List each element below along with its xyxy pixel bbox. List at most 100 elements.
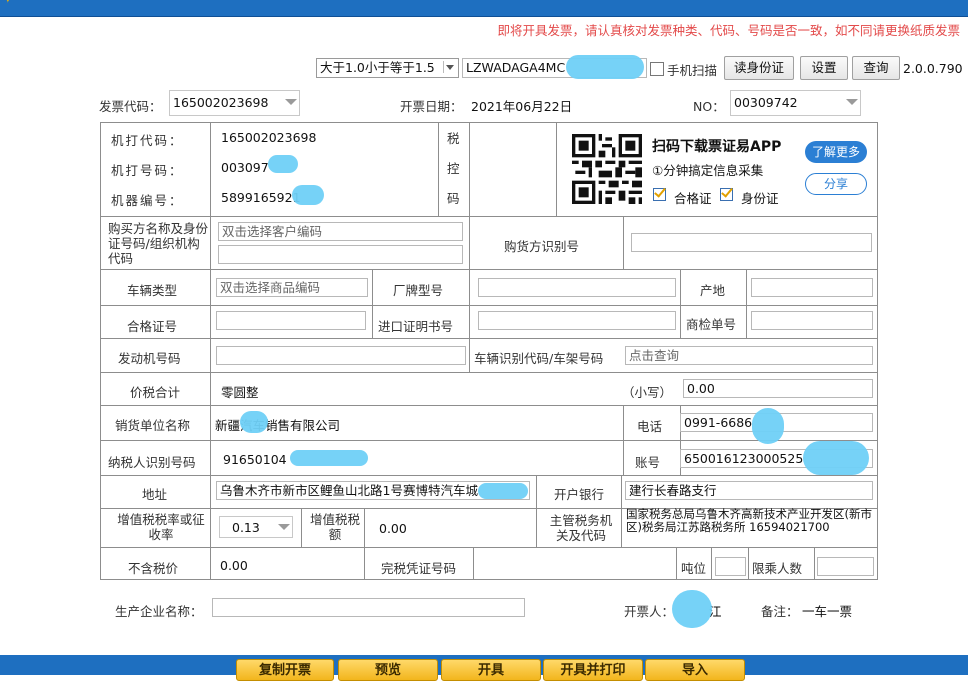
engine-no-input[interactable] bbox=[216, 346, 466, 365]
promo-title: 扫码下载票证易APP bbox=[652, 139, 782, 155]
import-cert-label: 进口证明书号 bbox=[378, 319, 454, 334]
learn-more-button[interactable]: 了解更多 bbox=[805, 141, 867, 163]
tax-authority-value: 国家税务总局乌鲁木齐高新技术产业开发区(新市区)税务局江苏路税务所 165940… bbox=[626, 507, 872, 534]
issue-button[interactable]: 开具 bbox=[441, 659, 541, 681]
engine-no-label: 发动机号码 bbox=[118, 351, 181, 366]
vat-rate-select[interactable]: 0.13 bbox=[219, 516, 293, 538]
grid-line bbox=[469, 216, 470, 269]
grid-line bbox=[100, 305, 878, 306]
chevron-down-icon bbox=[443, 61, 456, 73]
read-id-button[interactable]: 读身份证 bbox=[724, 56, 794, 80]
inspection-no-input[interactable] bbox=[751, 311, 873, 330]
invoice-no-value: 00309742 bbox=[734, 95, 798, 110]
query-button[interactable]: 查询 bbox=[852, 56, 900, 80]
small-amount-label: （小写） bbox=[622, 385, 673, 400]
vehicle-type-input[interactable]: 双击选择商品编码 bbox=[216, 278, 368, 297]
tonnage-label: 吨位 bbox=[681, 561, 707, 576]
cert-no-input[interactable] bbox=[216, 311, 366, 330]
remark-label: 备注： bbox=[761, 604, 799, 619]
import-button[interactable]: 导入 bbox=[645, 659, 745, 681]
import-cert-input[interactable] bbox=[478, 311, 676, 330]
grid-line bbox=[438, 122, 439, 216]
cert-no-label: 合格证号 bbox=[127, 319, 178, 334]
invoice-code-label: 发票代码： bbox=[99, 99, 162, 114]
tax-control-label-1: 税 bbox=[447, 131, 460, 146]
grid-line bbox=[621, 475, 622, 547]
grid-line bbox=[676, 547, 677, 580]
print-no-value: 003097 bbox=[221, 160, 269, 175]
title-bar: ✦ bbox=[0, 0, 968, 17]
invoice-no-label: NO： bbox=[693, 99, 725, 114]
invoice-no-select[interactable]: 00309742 bbox=[730, 90, 861, 116]
redaction-mark bbox=[240, 411, 268, 433]
remark-value: 一车一票 bbox=[802, 604, 853, 619]
machine-no-label: 机器编号： bbox=[111, 193, 184, 208]
preview-button[interactable]: 预览 bbox=[338, 659, 438, 681]
invoice-code-select[interactable]: 165002023698 bbox=[169, 90, 300, 116]
grid-line bbox=[748, 547, 749, 580]
vin-label: 车辆识别代码/车架号码 bbox=[474, 351, 604, 366]
redaction-mark bbox=[803, 441, 869, 475]
promo-subtitle: ①分钟搞定信息采集 bbox=[652, 163, 764, 178]
chevron-down-icon bbox=[285, 97, 297, 109]
copy-invoice-button[interactable]: 复制开票 bbox=[236, 659, 334, 681]
taxpayer-value: 91650104 bbox=[223, 452, 287, 467]
grid-line bbox=[100, 372, 878, 373]
passenger-limit-input[interactable] bbox=[817, 557, 874, 576]
app-logo: ✦ bbox=[2, 0, 14, 7]
bank-input[interactable]: 建行长春路支行 bbox=[625, 481, 873, 500]
checked-icon bbox=[720, 188, 733, 201]
vehicle-type-label: 车辆类型 bbox=[127, 283, 178, 298]
redaction-mark bbox=[566, 55, 644, 79]
grid-line bbox=[469, 269, 470, 338]
small-amount-input[interactable]: 0.00 bbox=[683, 379, 873, 398]
grid-line bbox=[210, 122, 211, 580]
manufacturer-label: 生产企业名称： bbox=[115, 604, 203, 619]
grid-line bbox=[301, 508, 302, 547]
total-label: 价税合计 bbox=[130, 385, 181, 400]
issue-and-print-button[interactable]: 开具并打印 bbox=[543, 659, 643, 681]
vat-amount-label: 增值税税额 bbox=[310, 512, 361, 542]
vin-input[interactable]: 点击查询 bbox=[625, 346, 873, 365]
grid-line bbox=[469, 338, 470, 372]
grid-line bbox=[711, 547, 712, 580]
share-button[interactable]: 分享 bbox=[805, 173, 867, 195]
tonnage-input[interactable] bbox=[715, 557, 746, 576]
brand-model-input[interactable] bbox=[478, 278, 676, 297]
buyer-id-input[interactable] bbox=[218, 245, 463, 264]
invoice-date-label: 开票日期： bbox=[400, 99, 463, 114]
phone-label: 电话 bbox=[637, 419, 663, 434]
vat-amount-value: 0.00 bbox=[379, 521, 407, 536]
tax-authority-label: 主管税务机关及代码 bbox=[549, 513, 613, 543]
checked-icon bbox=[653, 188, 666, 201]
grid-line bbox=[556, 122, 557, 216]
tax-control-label-2: 控 bbox=[447, 161, 460, 176]
phone-scan-checkbox[interactable] bbox=[650, 62, 664, 76]
grid-line bbox=[623, 405, 624, 475]
tax-control-label-3: 码 bbox=[447, 191, 460, 206]
bank-label: 开户银行 bbox=[554, 487, 605, 502]
vat-rate-label: 增值税税率或征收率 bbox=[117, 512, 205, 542]
grid-line bbox=[469, 122, 470, 216]
invoice-date-value: 2021年06月22日 bbox=[471, 99, 573, 114]
buyer-name-input[interactable]: 双击选择客户编码 bbox=[218, 222, 463, 241]
total-words-value: 零圆整 bbox=[221, 385, 259, 400]
buyer-taxid-input[interactable] bbox=[631, 233, 872, 252]
seller-label: 销货单位名称 bbox=[115, 418, 191, 433]
excl-tax-value: 0.00 bbox=[220, 558, 248, 573]
phone-scan-label: 手机扫描 bbox=[667, 63, 718, 78]
buyer-id-label: 购货方识别号 bbox=[504, 239, 580, 254]
grid-line bbox=[623, 216, 624, 269]
version-text: 2.0.0.790 bbox=[903, 61, 963, 76]
manufacturer-input[interactable] bbox=[212, 598, 525, 617]
range-select[interactable]: 大于1.0小于等于1.5 bbox=[316, 58, 459, 78]
redaction-mark bbox=[478, 483, 528, 499]
redaction-mark bbox=[752, 408, 784, 444]
notice-text: 即将开具发票，请认真核对发票种类、代码、号码是否一致，如不同请更换纸质发票 bbox=[497, 23, 960, 38]
origin-input[interactable] bbox=[751, 278, 873, 297]
grid-line bbox=[746, 269, 747, 338]
settings-button[interactable]: 设置 bbox=[800, 56, 848, 80]
grid-line bbox=[100, 475, 878, 476]
brand-model-label: 厂牌型号 bbox=[393, 283, 444, 298]
tax-receipt-label: 完税凭证号码 bbox=[381, 561, 457, 576]
